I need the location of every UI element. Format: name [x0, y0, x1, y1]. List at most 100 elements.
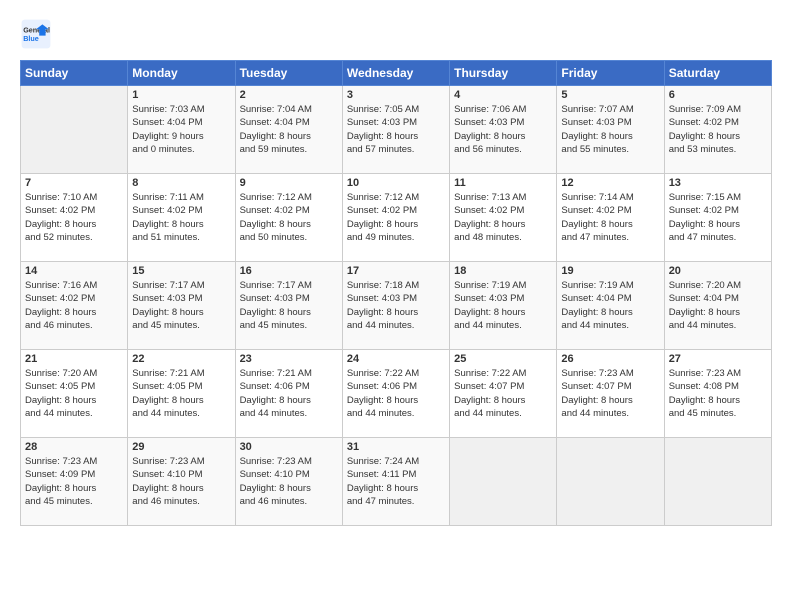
- logo: General Blue: [20, 18, 56, 50]
- day-number: 20: [669, 265, 767, 277]
- calendar-cell: 8 Sunrise: 7:11 AM Sunset: 4:02 PM Daylig…: [128, 174, 235, 262]
- day-number: 8: [132, 177, 230, 189]
- weekday-header-tuesday: Tuesday: [235, 61, 342, 86]
- day-info: Sunrise: 7:21 AM Sunset: 4:05 PM Dayligh…: [132, 367, 230, 420]
- calendar-cell: 19Sunrise: 7:19 AM Sunset: 4:04 PM Dayli…: [557, 262, 664, 350]
- logo-icon: General Blue: [20, 18, 52, 50]
- day-info: Sunrise: 7:12 AM Sunset: 4:02 PM Dayligh…: [240, 191, 338, 244]
- day-info: Sunrise: 7:20 AM Sunset: 4:04 PM Dayligh…: [669, 279, 767, 332]
- day-number: 11: [454, 177, 552, 189]
- week-row-3: 14Sunrise: 7:16 AM Sunset: 4:02 PM Dayli…: [21, 262, 772, 350]
- calendar-cell: 27 Sunrise: 7:23 AM Sunset: 4:08 PM Dayli…: [664, 350, 771, 438]
- week-row-1: 1Sunrise: 7:03 AM Sunset: 4:04 PM Daylig…: [21, 86, 772, 174]
- day-info: Sunrise: 7:23 AM Sunset: 4:10 PM Dayligh…: [132, 455, 230, 508]
- day-info: Sunrise: 7:03 AM Sunset: 4:04 PM Dayligh…: [132, 103, 230, 156]
- weekday-header-sunday: Sunday: [21, 61, 128, 86]
- day-number: 28: [25, 441, 123, 453]
- calendar-cell: 24Sunrise: 7:22 AM Sunset: 4:06 PM Dayli…: [342, 350, 449, 438]
- calendar-cell: [664, 438, 771, 526]
- calendar-cell: 17 Sunrise: 7:18 AM Sunset: 4:03 PM Dayli…: [342, 262, 449, 350]
- calendar-cell: 4 Sunrise: 7:06 AM Sunset: 4:03 PM Daylig…: [450, 86, 557, 174]
- page: General Blue SundayMondayTuesdayWednesda…: [0, 0, 792, 612]
- day-info: Sunrise: 7:18 AM Sunset: 4:03 PM Dayligh…: [347, 279, 445, 332]
- day-info: Sunrise: 7:23 AM Sunset: 4:07 PM Dayligh…: [561, 367, 659, 420]
- svg-text:General: General: [23, 25, 50, 34]
- day-number: 4: [454, 89, 552, 101]
- day-info: Sunrise: 7:06 AM Sunset: 4:03 PM Dayligh…: [454, 103, 552, 156]
- day-info: Sunrise: 7:14 AM Sunset: 4:02 PM Dayligh…: [561, 191, 659, 244]
- calendar-cell: 5 Sunrise: 7:07 AM Sunset: 4:03 PM Daylig…: [557, 86, 664, 174]
- calendar-cell: 6 Sunrise: 7:09 AM Sunset: 4:02 PM Daylig…: [664, 86, 771, 174]
- calendar-cell: 11 Sunrise: 7:13 AM Sunset: 4:02 PM Dayli…: [450, 174, 557, 262]
- calendar-cell: 10Sunrise: 7:12 AM Sunset: 4:02 PM Dayli…: [342, 174, 449, 262]
- calendar-cell: 28 Sunrise: 7:23 AM Sunset: 4:09 PM Dayli…: [21, 438, 128, 526]
- calendar-cell: [21, 86, 128, 174]
- day-info: Sunrise: 7:20 AM Sunset: 4:05 PM Dayligh…: [25, 367, 123, 420]
- week-row-5: 28 Sunrise: 7:23 AM Sunset: 4:09 PM Dayli…: [21, 438, 772, 526]
- day-info: Sunrise: 7:13 AM Sunset: 4:02 PM Dayligh…: [454, 191, 552, 244]
- day-info: Sunrise: 7:17 AM Sunset: 4:03 PM Dayligh…: [132, 279, 230, 332]
- calendar-cell: 29 Sunrise: 7:23 AM Sunset: 4:10 PM Dayli…: [128, 438, 235, 526]
- day-info: Sunrise: 7:24 AM Sunset: 4:11 PM Dayligh…: [347, 455, 445, 508]
- day-info: Sunrise: 7:22 AM Sunset: 4:06 PM Dayligh…: [347, 367, 445, 420]
- day-number: 31: [347, 441, 445, 453]
- calendar-cell: 26 Sunrise: 7:23 AM Sunset: 4:07 PM Dayli…: [557, 350, 664, 438]
- day-number: 25: [454, 353, 552, 365]
- day-info: Sunrise: 7:16 AM Sunset: 4:02 PM Dayligh…: [25, 279, 123, 332]
- day-number: 6: [669, 89, 767, 101]
- calendar-cell: 9Sunrise: 7:12 AM Sunset: 4:02 PM Daylig…: [235, 174, 342, 262]
- weekday-header-friday: Friday: [557, 61, 664, 86]
- calendar-cell: 16 Sunrise: 7:17 AM Sunset: 4:03 PM Dayli…: [235, 262, 342, 350]
- day-number: 26: [561, 353, 659, 365]
- day-number: 22: [132, 353, 230, 365]
- day-info: Sunrise: 7:09 AM Sunset: 4:02 PM Dayligh…: [669, 103, 767, 156]
- day-info: Sunrise: 7:15 AM Sunset: 4:02 PM Dayligh…: [669, 191, 767, 244]
- calendar-cell: 7Sunrise: 7:10 AM Sunset: 4:02 PM Daylig…: [21, 174, 128, 262]
- weekday-header-thursday: Thursday: [450, 61, 557, 86]
- calendar-table: SundayMondayTuesdayWednesdayThursdayFrid…: [20, 60, 772, 526]
- day-info: Sunrise: 7:04 AM Sunset: 4:04 PM Dayligh…: [240, 103, 338, 156]
- day-number: 12: [561, 177, 659, 189]
- header: General Blue: [20, 18, 772, 50]
- calendar-cell: 21Sunrise: 7:20 AM Sunset: 4:05 PM Dayli…: [21, 350, 128, 438]
- calendar-cell: 31 Sunrise: 7:24 AM Sunset: 4:11 PM Dayli…: [342, 438, 449, 526]
- calendar-cell: 22 Sunrise: 7:21 AM Sunset: 4:05 PM Dayli…: [128, 350, 235, 438]
- weekday-header-monday: Monday: [128, 61, 235, 86]
- day-number: 5: [561, 89, 659, 101]
- calendar-cell: 1Sunrise: 7:03 AM Sunset: 4:04 PM Daylig…: [128, 86, 235, 174]
- calendar-cell: 3 Sunrise: 7:05 AM Sunset: 4:03 PM Daylig…: [342, 86, 449, 174]
- calendar-cell: 12 Sunrise: 7:14 AM Sunset: 4:02 PM Dayli…: [557, 174, 664, 262]
- day-number: 3: [347, 89, 445, 101]
- calendar-cell: 15Sunrise: 7:17 AM Sunset: 4:03 PM Dayli…: [128, 262, 235, 350]
- day-info: Sunrise: 7:17 AM Sunset: 4:03 PM Dayligh…: [240, 279, 338, 332]
- day-info: Sunrise: 7:07 AM Sunset: 4:03 PM Dayligh…: [561, 103, 659, 156]
- svg-text:Blue: Blue: [23, 34, 39, 43]
- day-info: Sunrise: 7:23 AM Sunset: 4:09 PM Dayligh…: [25, 455, 123, 508]
- day-number: 18: [454, 265, 552, 277]
- week-row-4: 21Sunrise: 7:20 AM Sunset: 4:05 PM Dayli…: [21, 350, 772, 438]
- day-info: Sunrise: 7:19 AM Sunset: 4:03 PM Dayligh…: [454, 279, 552, 332]
- day-info: Sunrise: 7:23 AM Sunset: 4:08 PM Dayligh…: [669, 367, 767, 420]
- day-number: 16: [240, 265, 338, 277]
- day-info: Sunrise: 7:11 AM Sunset: 4:02 PM Dayligh…: [132, 191, 230, 244]
- calendar-cell: 23Sunrise: 7:21 AM Sunset: 4:06 PM Dayli…: [235, 350, 342, 438]
- calendar-cell: 13 Sunrise: 7:15 AM Sunset: 4:02 PM Dayli…: [664, 174, 771, 262]
- day-number: 13: [669, 177, 767, 189]
- day-number: 17: [347, 265, 445, 277]
- calendar-cell: 20 Sunrise: 7:20 AM Sunset: 4:04 PM Dayli…: [664, 262, 771, 350]
- calendar-cell: 14Sunrise: 7:16 AM Sunset: 4:02 PM Dayli…: [21, 262, 128, 350]
- day-number: 27: [669, 353, 767, 365]
- calendar-cell: 2Sunrise: 7:04 AM Sunset: 4:04 PM Daylig…: [235, 86, 342, 174]
- day-info: Sunrise: 7:12 AM Sunset: 4:02 PM Dayligh…: [347, 191, 445, 244]
- day-number: 29: [132, 441, 230, 453]
- calendar-cell: 25Sunrise: 7:22 AM Sunset: 4:07 PM Dayli…: [450, 350, 557, 438]
- day-info: Sunrise: 7:05 AM Sunset: 4:03 PM Dayligh…: [347, 103, 445, 156]
- calendar-cell: [450, 438, 557, 526]
- calendar-cell: 18 Sunrise: 7:19 AM Sunset: 4:03 PM Dayli…: [450, 262, 557, 350]
- day-info: Sunrise: 7:10 AM Sunset: 4:02 PM Dayligh…: [25, 191, 123, 244]
- day-info: Sunrise: 7:19 AM Sunset: 4:04 PM Dayligh…: [561, 279, 659, 332]
- weekday-header-row: SundayMondayTuesdayWednesdayThursdayFrid…: [21, 61, 772, 86]
- day-number: 30: [240, 441, 338, 453]
- day-info: Sunrise: 7:21 AM Sunset: 4:06 PM Dayligh…: [240, 367, 338, 420]
- weekday-header-saturday: Saturday: [664, 61, 771, 86]
